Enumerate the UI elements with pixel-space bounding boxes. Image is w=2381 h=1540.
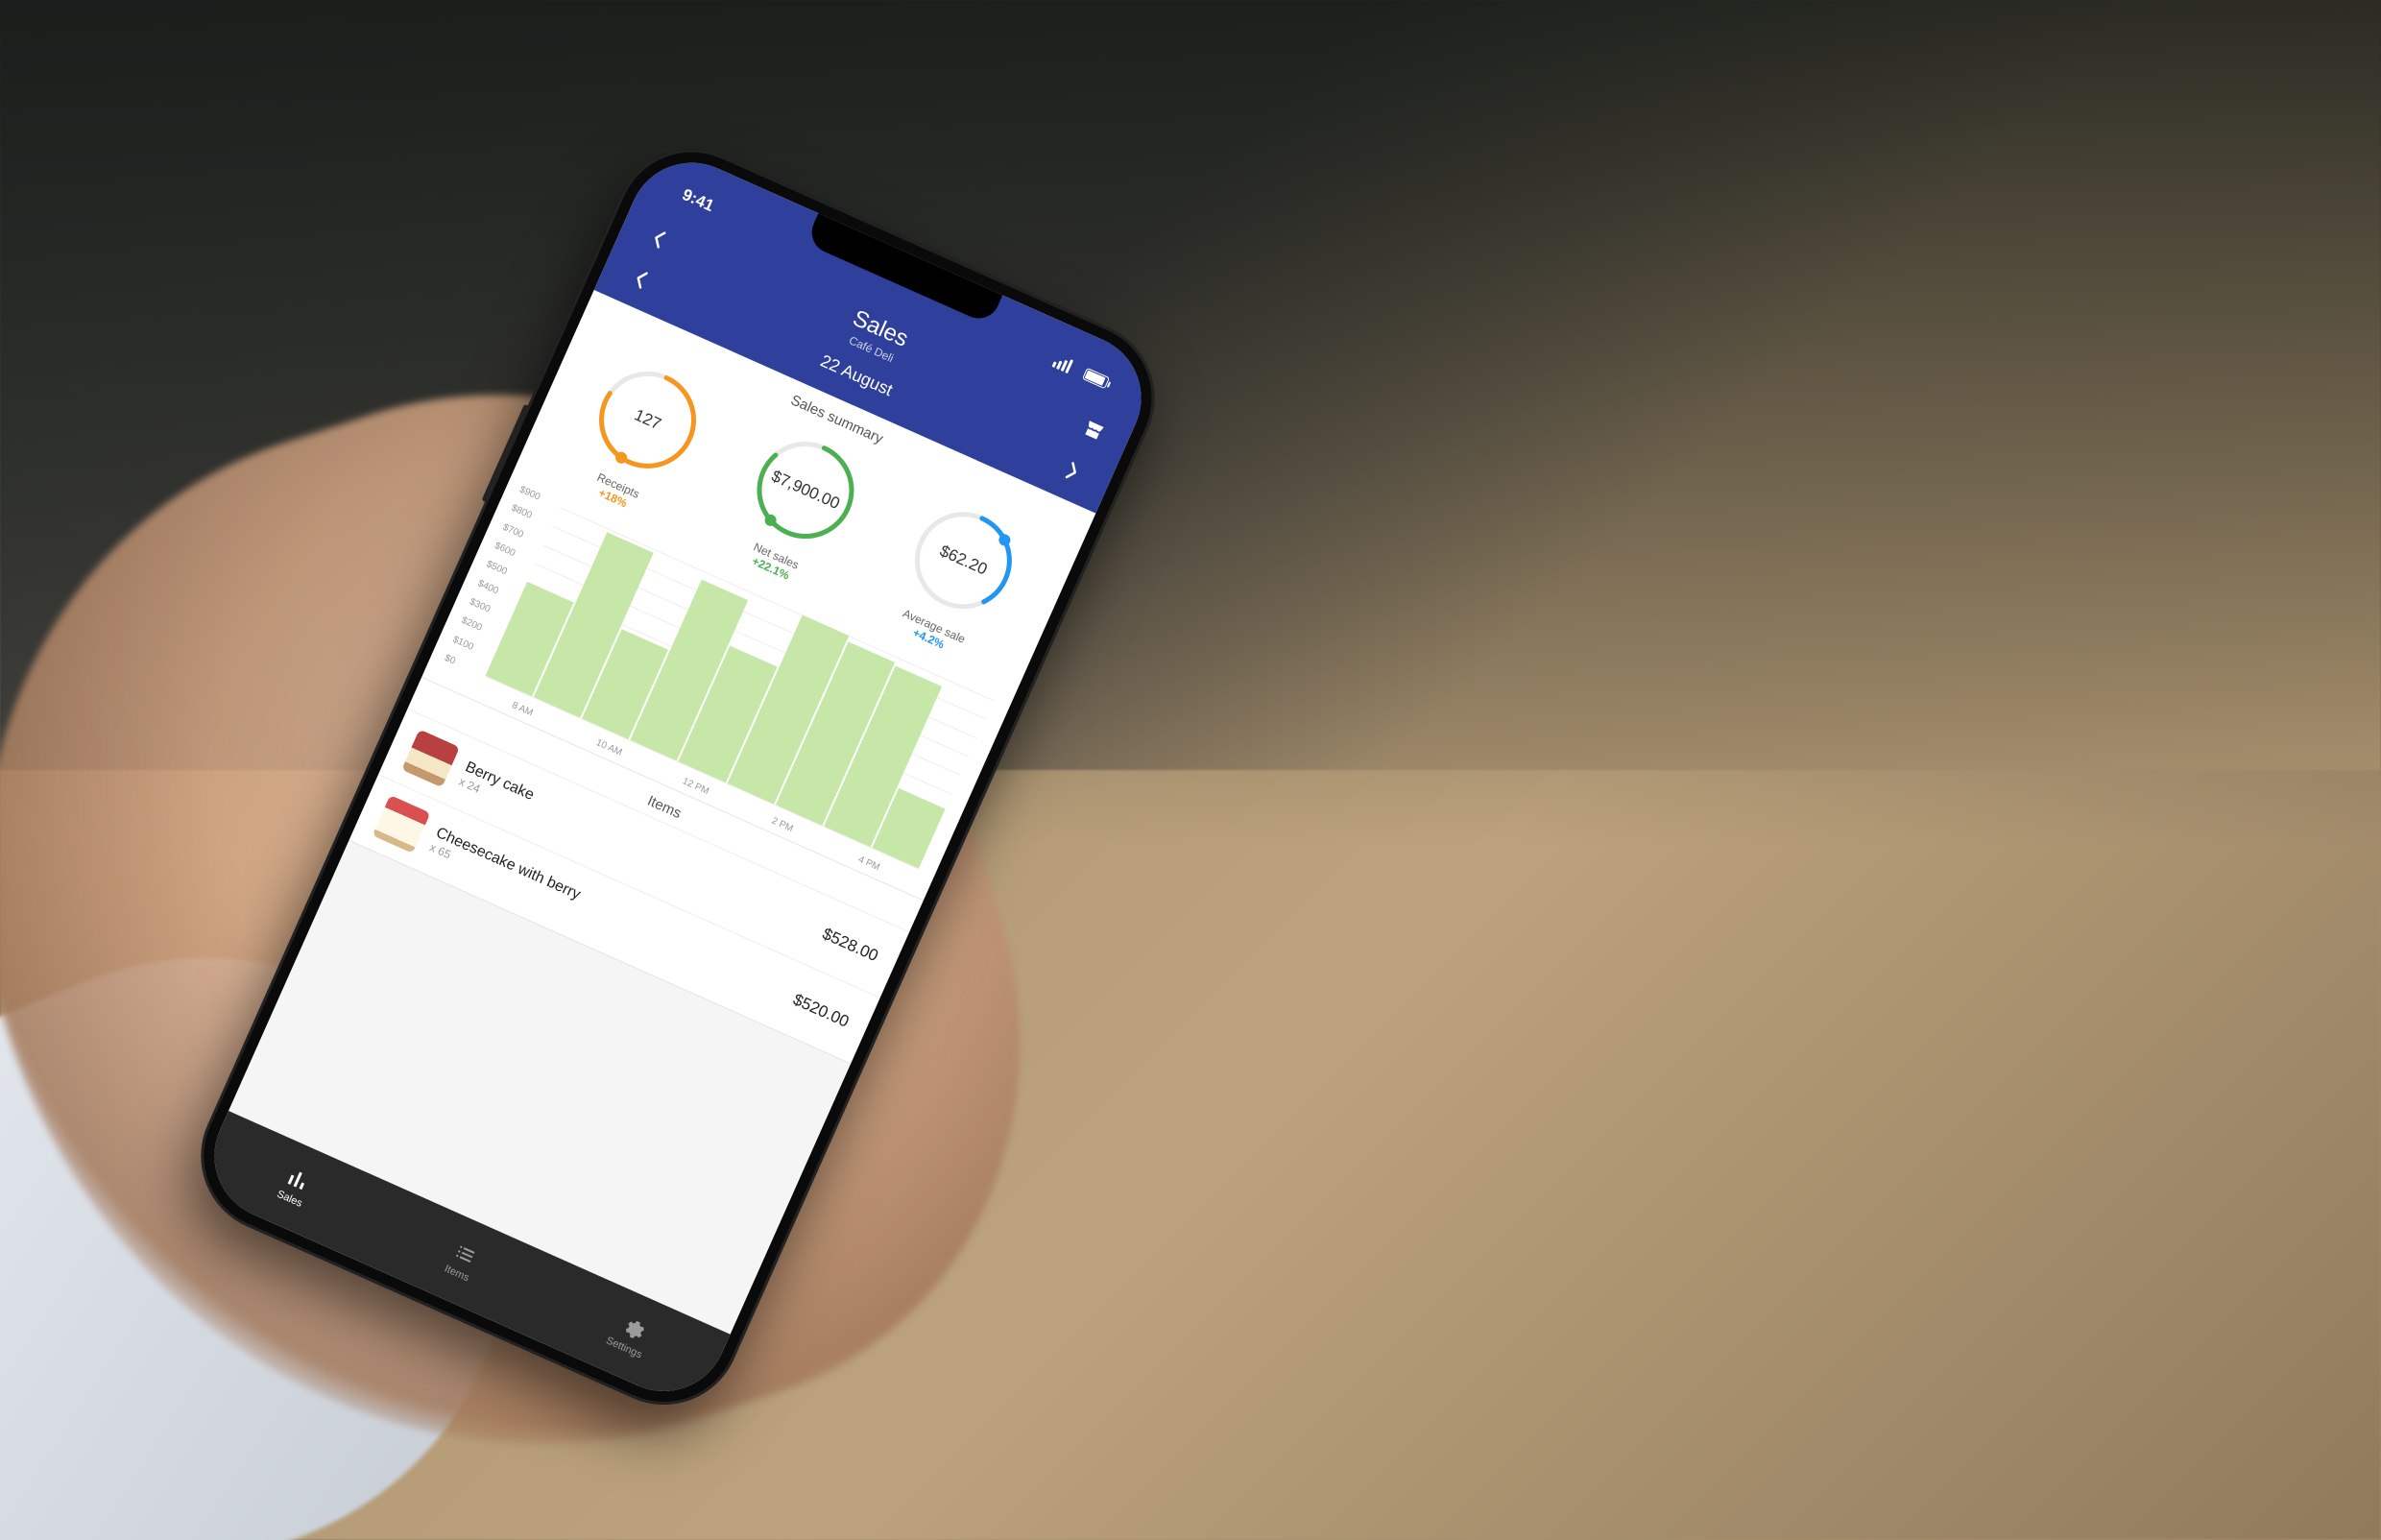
item-amount: $520.00 bbox=[790, 990, 852, 1031]
item-thumbnail bbox=[373, 795, 431, 854]
chart-y-tick: $300 bbox=[468, 596, 492, 614]
status-time: 9:41 bbox=[679, 185, 716, 216]
bar-chart-icon bbox=[283, 1165, 314, 1195]
chart-y-tick: $600 bbox=[493, 541, 517, 559]
chart-y-tick: $200 bbox=[460, 615, 484, 634]
list-icon bbox=[450, 1239, 481, 1269]
battery-icon bbox=[1082, 367, 1110, 388]
chart-y-tick: $0 bbox=[443, 653, 457, 667]
chart-y-tick: $500 bbox=[485, 559, 509, 577]
item-thumbnail bbox=[401, 730, 460, 788]
chart-y-tick: $700 bbox=[501, 521, 525, 540]
chart-y-tick: $400 bbox=[476, 578, 500, 596]
prev-day-button[interactable] bbox=[623, 261, 659, 297]
chart-y-tick: $100 bbox=[451, 634, 475, 652]
chart-y-tick: $900 bbox=[517, 485, 541, 503]
cellular-icon bbox=[1052, 353, 1074, 373]
gear-icon bbox=[617, 1313, 648, 1344]
next-day-button[interactable] bbox=[1054, 453, 1090, 489]
wifi-icon bbox=[1073, 361, 1081, 378]
item-amount: $528.00 bbox=[819, 925, 880, 966]
chart-y-tick: $800 bbox=[510, 503, 534, 521]
